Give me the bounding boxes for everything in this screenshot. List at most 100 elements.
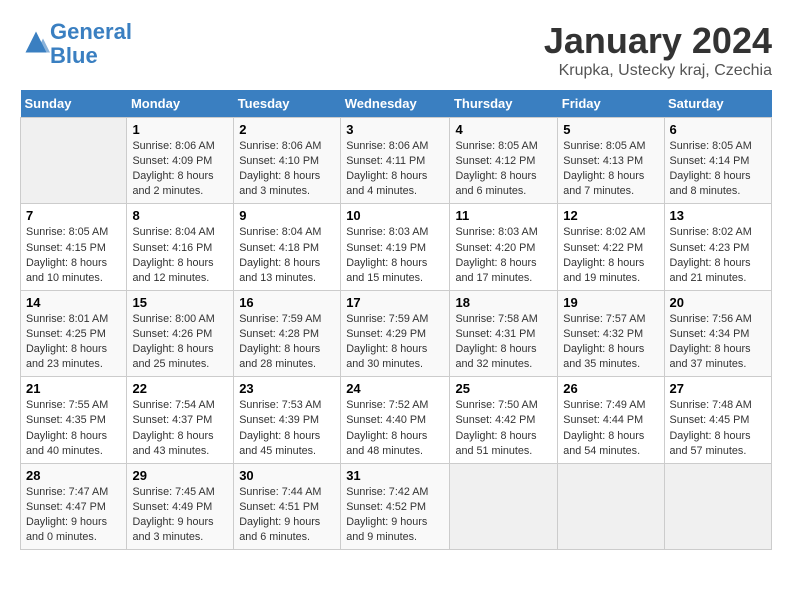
- day-info: Sunrise: 7:56 AMSunset: 4:34 PMDaylight:…: [670, 312, 767, 372]
- day-number: 18: [455, 295, 552, 310]
- day-number: 3: [346, 122, 444, 137]
- calendar-week-1: 1 Sunrise: 8:06 AMSunset: 4:09 PMDaylight…: [21, 118, 772, 204]
- calendar-cell: 9Sunrise: 8:04 AMSunset: 4:18 PMDaylight…: [234, 204, 341, 290]
- calendar-cell: 14Sunrise: 8:01 AMSunset: 4:25 PMDayligh…: [21, 290, 127, 376]
- calendar-cell: 21 Sunrise: 7:55 AMSunset: 4:35 PMDayligh…: [21, 377, 127, 463]
- day-info: Sunrise: 7:49 AMSunset: 4:44 PMDaylight:…: [563, 398, 658, 458]
- calendar-cell: 23Sunrise: 7:53 AMSunset: 4:39 PMDayligh…: [234, 377, 341, 463]
- calendar-cell: 7Sunrise: 8:05 AMSunset: 4:15 PMDaylight…: [21, 204, 127, 290]
- day-number: 19: [563, 295, 658, 310]
- calendar-cell: 10Sunrise: 8:03 AMSunset: 4:19 PMDayligh…: [341, 204, 450, 290]
- calendar-cell: 19 Sunrise: 7:57 AMSunset: 4:32 PMDayligh…: [558, 290, 664, 376]
- calendar-cell: [664, 463, 772, 549]
- day-info: Sunrise: 7:54 AMSunset: 4:37 PMDaylight:…: [132, 398, 228, 458]
- day-number: 8: [132, 208, 228, 223]
- day-info: Sunrise: 7:59 AMSunset: 4:29 PMDaylight:…: [346, 312, 444, 372]
- day-number: 2: [239, 122, 335, 137]
- day-info: Sunrise: 7:57 AMSunset: 4:32 PMDaylight:…: [563, 312, 658, 372]
- day-number: 6: [670, 122, 767, 137]
- calendar-table: SundayMondayTuesdayWednesdayThursdayFrid…: [20, 90, 772, 550]
- page-header: General Blue January 2024 Krupka, Usteck…: [20, 20, 772, 80]
- day-number: 13: [670, 208, 767, 223]
- calendar-cell: [21, 118, 127, 204]
- day-info: Sunrise: 7:48 AMSunset: 4:45 PMDaylight:…: [670, 398, 767, 458]
- day-header-sunday: Sunday: [21, 90, 127, 118]
- title-block: January 2024 Krupka, Ustecky kraj, Czech…: [544, 20, 772, 80]
- day-number: 1: [132, 122, 228, 137]
- day-number: 31: [346, 468, 444, 483]
- calendar-week-2: 7Sunrise: 8:05 AMSunset: 4:15 PMDaylight…: [21, 204, 772, 290]
- day-info: Sunrise: 8:03 AMSunset: 4:20 PMDaylight:…: [455, 225, 552, 285]
- day-header-monday: Monday: [127, 90, 234, 118]
- calendar-cell: 29 Sunrise: 7:45 AMSunset: 4:49 PMDayligh…: [127, 463, 234, 549]
- day-info: Sunrise: 8:06 AMSunset: 4:11 PMDaylight:…: [346, 139, 444, 199]
- day-info: Sunrise: 7:55 AMSunset: 4:35 PMDaylight:…: [26, 398, 121, 458]
- day-info: Sunrise: 8:05 AMSunset: 4:15 PMDaylight:…: [26, 225, 121, 285]
- day-info: Sunrise: 7:52 AMSunset: 4:40 PMDaylight:…: [346, 398, 444, 458]
- day-number: 5: [563, 122, 658, 137]
- calendar-cell: 1 Sunrise: 8:06 AMSunset: 4:09 PMDaylight…: [127, 118, 234, 204]
- calendar-cell: 12 Sunrise: 8:02 AMSunset: 4:22 PMDayligh…: [558, 204, 664, 290]
- calendar-cell: 11 Sunrise: 8:03 AMSunset: 4:20 PMDayligh…: [450, 204, 558, 290]
- calendar-cell: 17Sunrise: 7:59 AMSunset: 4:29 PMDayligh…: [341, 290, 450, 376]
- day-info: Sunrise: 8:06 AMSunset: 4:09 PMDaylight:…: [132, 139, 228, 199]
- calendar-cell: 31 Sunrise: 7:42 AMSunset: 4:52 PMDayligh…: [341, 463, 450, 549]
- calendar-cell: 22Sunrise: 7:54 AMSunset: 4:37 PMDayligh…: [127, 377, 234, 463]
- day-number: 14: [26, 295, 121, 310]
- day-header-thursday: Thursday: [450, 90, 558, 118]
- day-info: Sunrise: 8:05 AMSunset: 4:13 PMDaylight:…: [563, 139, 658, 199]
- calendar-week-3: 14Sunrise: 8:01 AMSunset: 4:25 PMDayligh…: [21, 290, 772, 376]
- calendar-cell: 4 Sunrise: 8:05 AMSunset: 4:12 PMDaylight…: [450, 118, 558, 204]
- calendar-cell: 24 Sunrise: 7:52 AMSunset: 4:40 PMDayligh…: [341, 377, 450, 463]
- logo-icon: [22, 28, 50, 56]
- day-info: Sunrise: 8:04 AMSunset: 4:18 PMDaylight:…: [239, 225, 335, 285]
- calendar-cell: 15Sunrise: 8:00 AMSunset: 4:26 PMDayligh…: [127, 290, 234, 376]
- day-number: 4: [455, 122, 552, 137]
- calendar-cell: 28 Sunrise: 7:47 AMSunset: 4:47 PMDayligh…: [21, 463, 127, 549]
- main-title: January 2024: [544, 20, 772, 62]
- day-info: Sunrise: 8:05 AMSunset: 4:12 PMDaylight:…: [455, 139, 552, 199]
- day-number: 24: [346, 381, 444, 396]
- calendar-cell: 2 Sunrise: 8:06 AMSunset: 4:10 PMDaylight…: [234, 118, 341, 204]
- day-number: 30: [239, 468, 335, 483]
- day-number: 16: [239, 295, 335, 310]
- logo: General Blue: [20, 20, 132, 68]
- calendar-cell: 20 Sunrise: 7:56 AMSunset: 4:34 PMDayligh…: [664, 290, 772, 376]
- day-number: 29: [132, 468, 228, 483]
- subtitle: Krupka, Ustecky kraj, Czechia: [544, 62, 772, 80]
- day-info: Sunrise: 7:44 AMSunset: 4:51 PMDaylight:…: [239, 485, 335, 545]
- calendar-header-row: SundayMondayTuesdayWednesdayThursdayFrid…: [21, 90, 772, 118]
- day-info: Sunrise: 7:42 AMSunset: 4:52 PMDaylight:…: [346, 485, 444, 545]
- calendar-cell: 5 Sunrise: 8:05 AMSunset: 4:13 PMDaylight…: [558, 118, 664, 204]
- day-info: Sunrise: 8:00 AMSunset: 4:26 PMDaylight:…: [132, 312, 228, 372]
- day-info: Sunrise: 8:02 AMSunset: 4:22 PMDaylight:…: [563, 225, 658, 285]
- day-number: 20: [670, 295, 767, 310]
- day-info: Sunrise: 8:06 AMSunset: 4:10 PMDaylight:…: [239, 139, 335, 199]
- logo-line1: General: [50, 19, 132, 44]
- day-info: Sunrise: 8:02 AMSunset: 4:23 PMDaylight:…: [670, 225, 767, 285]
- calendar-cell: 16 Sunrise: 7:59 AMSunset: 4:28 PMDayligh…: [234, 290, 341, 376]
- day-number: 25: [455, 381, 552, 396]
- calendar-cell: 27Sunrise: 7:48 AMSunset: 4:45 PMDayligh…: [664, 377, 772, 463]
- day-number: 28: [26, 468, 121, 483]
- logo-line2: Blue: [50, 43, 98, 68]
- logo-text: General Blue: [50, 20, 132, 68]
- calendar-cell: 30 Sunrise: 7:44 AMSunset: 4:51 PMDayligh…: [234, 463, 341, 549]
- calendar-cell: 13 Sunrise: 8:02 AMSunset: 4:23 PMDayligh…: [664, 204, 772, 290]
- calendar-cell: 3 Sunrise: 8:06 AMSunset: 4:11 PMDaylight…: [341, 118, 450, 204]
- day-info: Sunrise: 8:03 AMSunset: 4:19 PMDaylight:…: [346, 225, 444, 285]
- day-info: Sunrise: 8:05 AMSunset: 4:14 PMDaylight:…: [670, 139, 767, 199]
- calendar-week-5: 28 Sunrise: 7:47 AMSunset: 4:47 PMDayligh…: [21, 463, 772, 549]
- calendar-week-4: 21 Sunrise: 7:55 AMSunset: 4:35 PMDayligh…: [21, 377, 772, 463]
- day-info: Sunrise: 7:45 AMSunset: 4:49 PMDaylight:…: [132, 485, 228, 545]
- day-number: 12: [563, 208, 658, 223]
- day-header-saturday: Saturday: [664, 90, 772, 118]
- day-number: 11: [455, 208, 552, 223]
- day-info: Sunrise: 7:59 AMSunset: 4:28 PMDaylight:…: [239, 312, 335, 372]
- day-header-tuesday: Tuesday: [234, 90, 341, 118]
- day-info: Sunrise: 7:50 AMSunset: 4:42 PMDaylight:…: [455, 398, 552, 458]
- day-info: Sunrise: 8:04 AMSunset: 4:16 PMDaylight:…: [132, 225, 228, 285]
- calendar-cell: [450, 463, 558, 549]
- day-info: Sunrise: 7:47 AMSunset: 4:47 PMDaylight:…: [26, 485, 121, 545]
- day-number: 21: [26, 381, 121, 396]
